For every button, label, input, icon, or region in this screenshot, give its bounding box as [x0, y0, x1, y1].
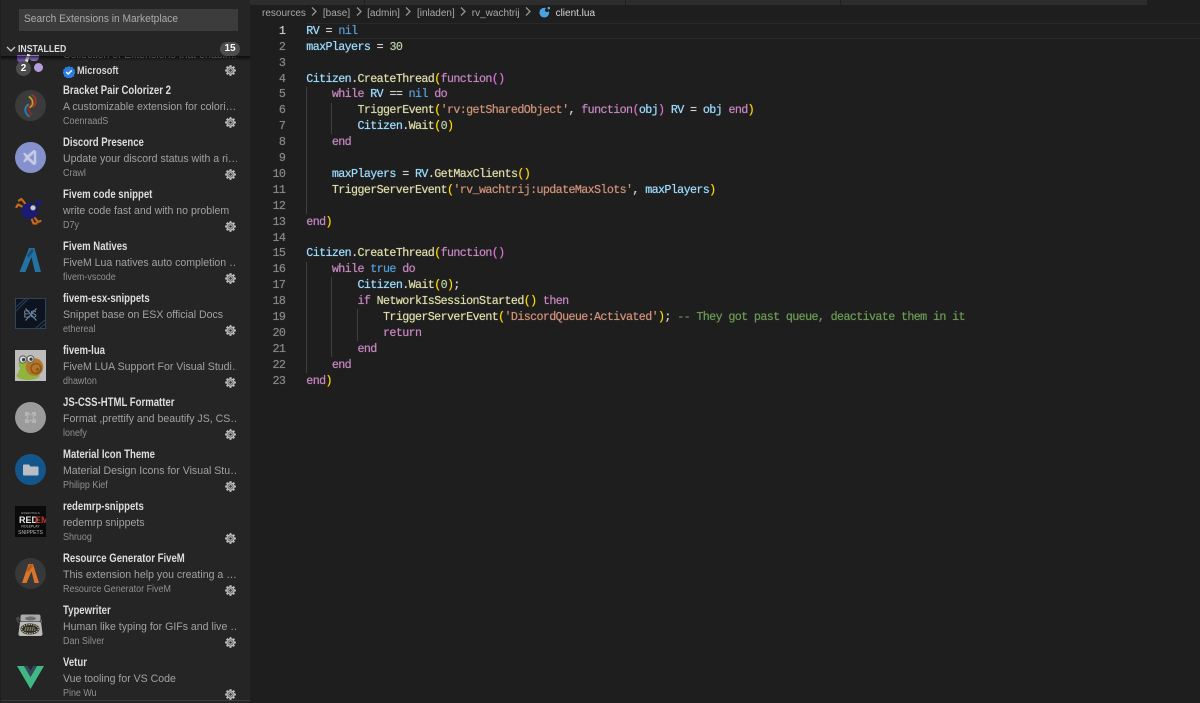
svg-text:SNIPPETS: SNIPPETS	[18, 530, 43, 536]
svg-text:EM: EM	[35, 515, 46, 525]
svg-text:ROLEPLAY: ROLEPLAY	[21, 525, 40, 529]
